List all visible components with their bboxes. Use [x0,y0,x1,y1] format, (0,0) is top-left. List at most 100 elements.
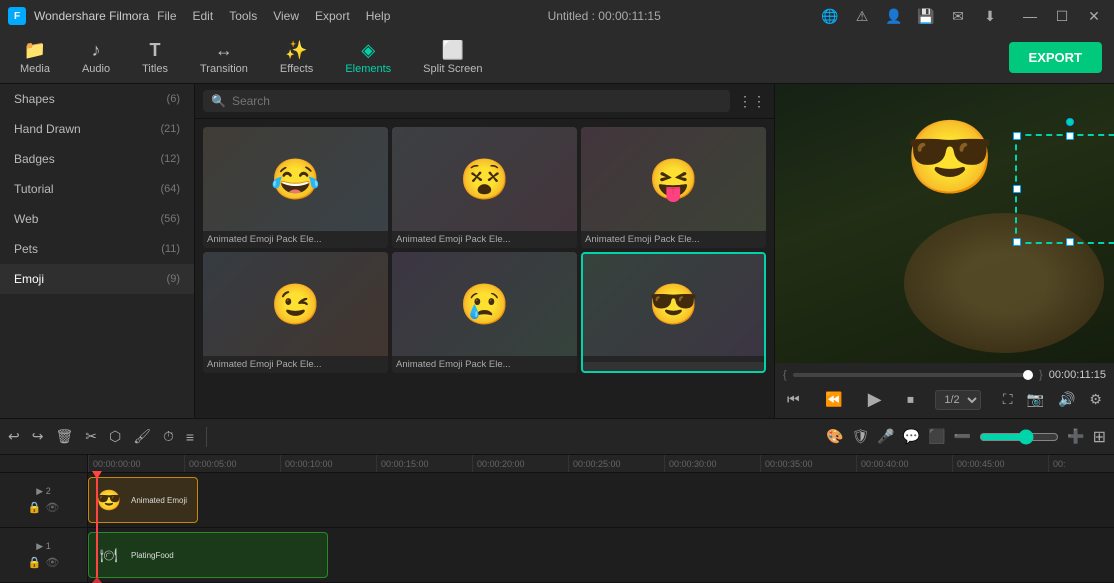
profile-icon[interactable]: 🌐 [818,8,842,25]
emoji-dizzy: 😵 [460,156,510,203]
close-icon[interactable]: ✕ [1082,8,1106,25]
toolbar-item-audio[interactable]: ♪ Audio [66,36,126,79]
sidebar-item-shapes[interactable]: Shapes (6) [0,84,194,114]
menu-item-edit[interactable]: Edit [193,9,214,23]
cut-button[interactable]: ✂ [85,428,97,445]
toolbar-item-titles[interactable]: T Titles [126,36,184,79]
alert-icon[interactable]: ⚠ [850,8,874,25]
snapshot-button[interactable]: 📷 [1023,389,1048,410]
quality-select[interactable]: 1/2 [935,390,981,410]
search-input[interactable] [232,94,722,108]
sidebar-item-tutorial[interactable]: Tutorial (64) [0,174,194,204]
export-button[interactable]: EXPORT [1009,42,1102,73]
maximize-icon[interactable]: ☐ [1050,8,1074,25]
grid-item-5[interactable]: 😢 Animated Emoji Pack Ele... [392,252,577,373]
grid-thumb-4: 😉 [203,252,388,356]
ruler-mark-9: 00:00:45:00 [952,455,1048,472]
frame-back-button[interactable]: ⏪ [821,389,846,410]
toolbar-item-effects[interactable]: ✨ Effects [264,36,329,79]
transition-icon: ↔ [215,40,233,61]
sidebar-count-shapes: (6) [167,93,180,105]
menu-item-file[interactable]: File [157,9,176,23]
settings-button[interactable]: ⚙ [1085,389,1106,410]
pip-button[interactable]: ⬛ [928,428,945,445]
timeline-content: 00:00:00:00 00:00:05:00 00:00:10:00 00:0… [88,455,1114,583]
menu-item-tools[interactable]: Tools [229,9,257,23]
fullscreen-button[interactable]: ⛶ [999,389,1017,410]
sidebar-label-tutorial: Tutorial [14,182,54,196]
speed-button[interactable]: ⏱ [163,428,174,445]
play-button[interactable]: ▶ [864,387,886,412]
grid-item-1[interactable]: 😂 Animated Emoji Pack Ele... [203,127,388,248]
skip-back-button[interactable]: ⏮ [783,389,804,410]
minimize-icon[interactable]: — [1018,8,1042,25]
mail-icon[interactable]: ✉ [946,8,970,25]
menu-item-export[interactable]: Export [315,9,350,23]
titlebar-controls: 🌐 ⚠ 👤 💾 ✉ ⬇ — ☐ ✕ [818,8,1106,25]
toolbar-item-transition[interactable]: ↔ Transition [184,36,264,79]
track1-visible[interactable]: 👁 [45,501,59,514]
grid-thumb-2: 😵 [392,127,577,231]
undo-button[interactable]: ↩ [8,428,20,445]
delete-button[interactable]: 🗑 [55,428,73,445]
paint-button[interactable]: 🖌 [133,428,151,445]
track2-visible[interactable]: 👁 [45,556,59,569]
progress-thumb[interactable] [1023,370,1033,380]
progress-bar[interactable] [793,373,1033,377]
volume-button[interactable]: 🔊 [1054,389,1079,410]
sidebar: Shapes (6) Hand Drawn (21) Badges (12) T… [0,84,195,418]
grid-item-2[interactable]: 😵 Animated Emoji Pack Ele... [392,127,577,248]
zoom-in-button[interactable]: ➕ [1067,428,1084,445]
sidebar-item-handdrawn[interactable]: Hand Drawn (21) [0,114,194,144]
subtitle-button[interactable]: 💬 [903,428,920,445]
emoji-clip-thumb: 😎 [89,480,129,520]
emoji-clip[interactable]: 😎 Animated Emoji [88,477,198,523]
sidebar-item-emoji[interactable]: Emoji (9) [0,264,194,294]
grid-view-toggle[interactable]: ⋮⋮ [738,93,766,110]
timeline-ruler: 00:00:00:00 00:00:05:00 00:00:10:00 00:0… [88,455,1114,473]
transport-controls: ⏮ ⏪ ▶ ⏹ 1/2 ⛶ 📷 🔊 ⚙ [783,387,1106,412]
ruler-mark-7: 00:00:35:00 [760,455,856,472]
splitscreen-icon: ⬜ [442,40,464,61]
track2-lock[interactable]: 🔒 [28,556,42,569]
audio-mix-button[interactable]: ≡ [186,429,194,445]
sidebar-item-web[interactable]: Web (56) [0,204,194,234]
crop-button[interactable]: ⬡ [109,428,121,445]
playhead[interactable] [96,473,98,583]
timeline-body: ▶ 2 🔒 👁 ▶ 1 🔒 👁 00:00:00:00 00:00:05:00 [0,455,1114,583]
menu-item-help[interactable]: Help [366,9,391,23]
toolbar-item-elements[interactable]: ◈ Elements [329,36,407,79]
download-icon[interactable]: ⬇ [978,8,1002,25]
selected-element-container[interactable]: 😎 [895,106,1007,218]
video-clip[interactable]: 🍽 PlatingFood [88,532,328,578]
zoom-out-button[interactable]: ➖ [954,428,971,445]
redo-button[interactable]: ↪ [32,428,44,445]
grid-item-3[interactable]: 😝 Animated Emoji Pack Ele... [581,127,766,248]
save-icon[interactable]: 💾 [914,8,938,25]
sidebar-label-shapes: Shapes [14,92,55,106]
toolbar-item-splitscreen[interactable]: ⬜ Split Screen [407,36,498,79]
sidebar-item-badges[interactable]: Badges (12) [0,144,194,174]
user-icon[interactable]: 👤 [882,8,906,25]
track2-header: ▶ 1 🔒 👁 [0,528,88,583]
shield-button[interactable]: 🛡 [852,428,870,445]
grid-thumb-3: 😝 [581,127,766,231]
toolbar-label-elements: Elements [345,63,391,75]
grid-item-4[interactable]: 😉 Animated Emoji Pack Ele... [203,252,388,373]
sidebar-count-emoji: (9) [167,273,180,285]
fit-button[interactable]: ⊞ [1093,427,1106,447]
sidebar-item-pets[interactable]: Pets (11) [0,234,194,264]
emoji-sunglasses-preview: 😎 [905,122,995,194]
toolbar-label-transition: Transition [200,63,248,75]
ruler-mark-10: 00: [1048,455,1114,472]
color-button[interactable]: 🎨 [826,428,843,445]
timecode-display: 00:00:11:15 [1049,369,1106,381]
menu-item-view[interactable]: View [273,9,299,23]
stop-button[interactable]: ⏹ [903,389,918,410]
mic-button[interactable]: 🎤 [877,428,894,445]
zoom-slider[interactable] [979,429,1059,445]
search-box[interactable]: 🔍 [203,90,730,112]
toolbar-item-media[interactable]: 📁 Media [4,36,66,79]
grid-item-6[interactable]: 😎 [581,252,766,373]
track1-lock[interactable]: 🔒 [28,501,42,514]
